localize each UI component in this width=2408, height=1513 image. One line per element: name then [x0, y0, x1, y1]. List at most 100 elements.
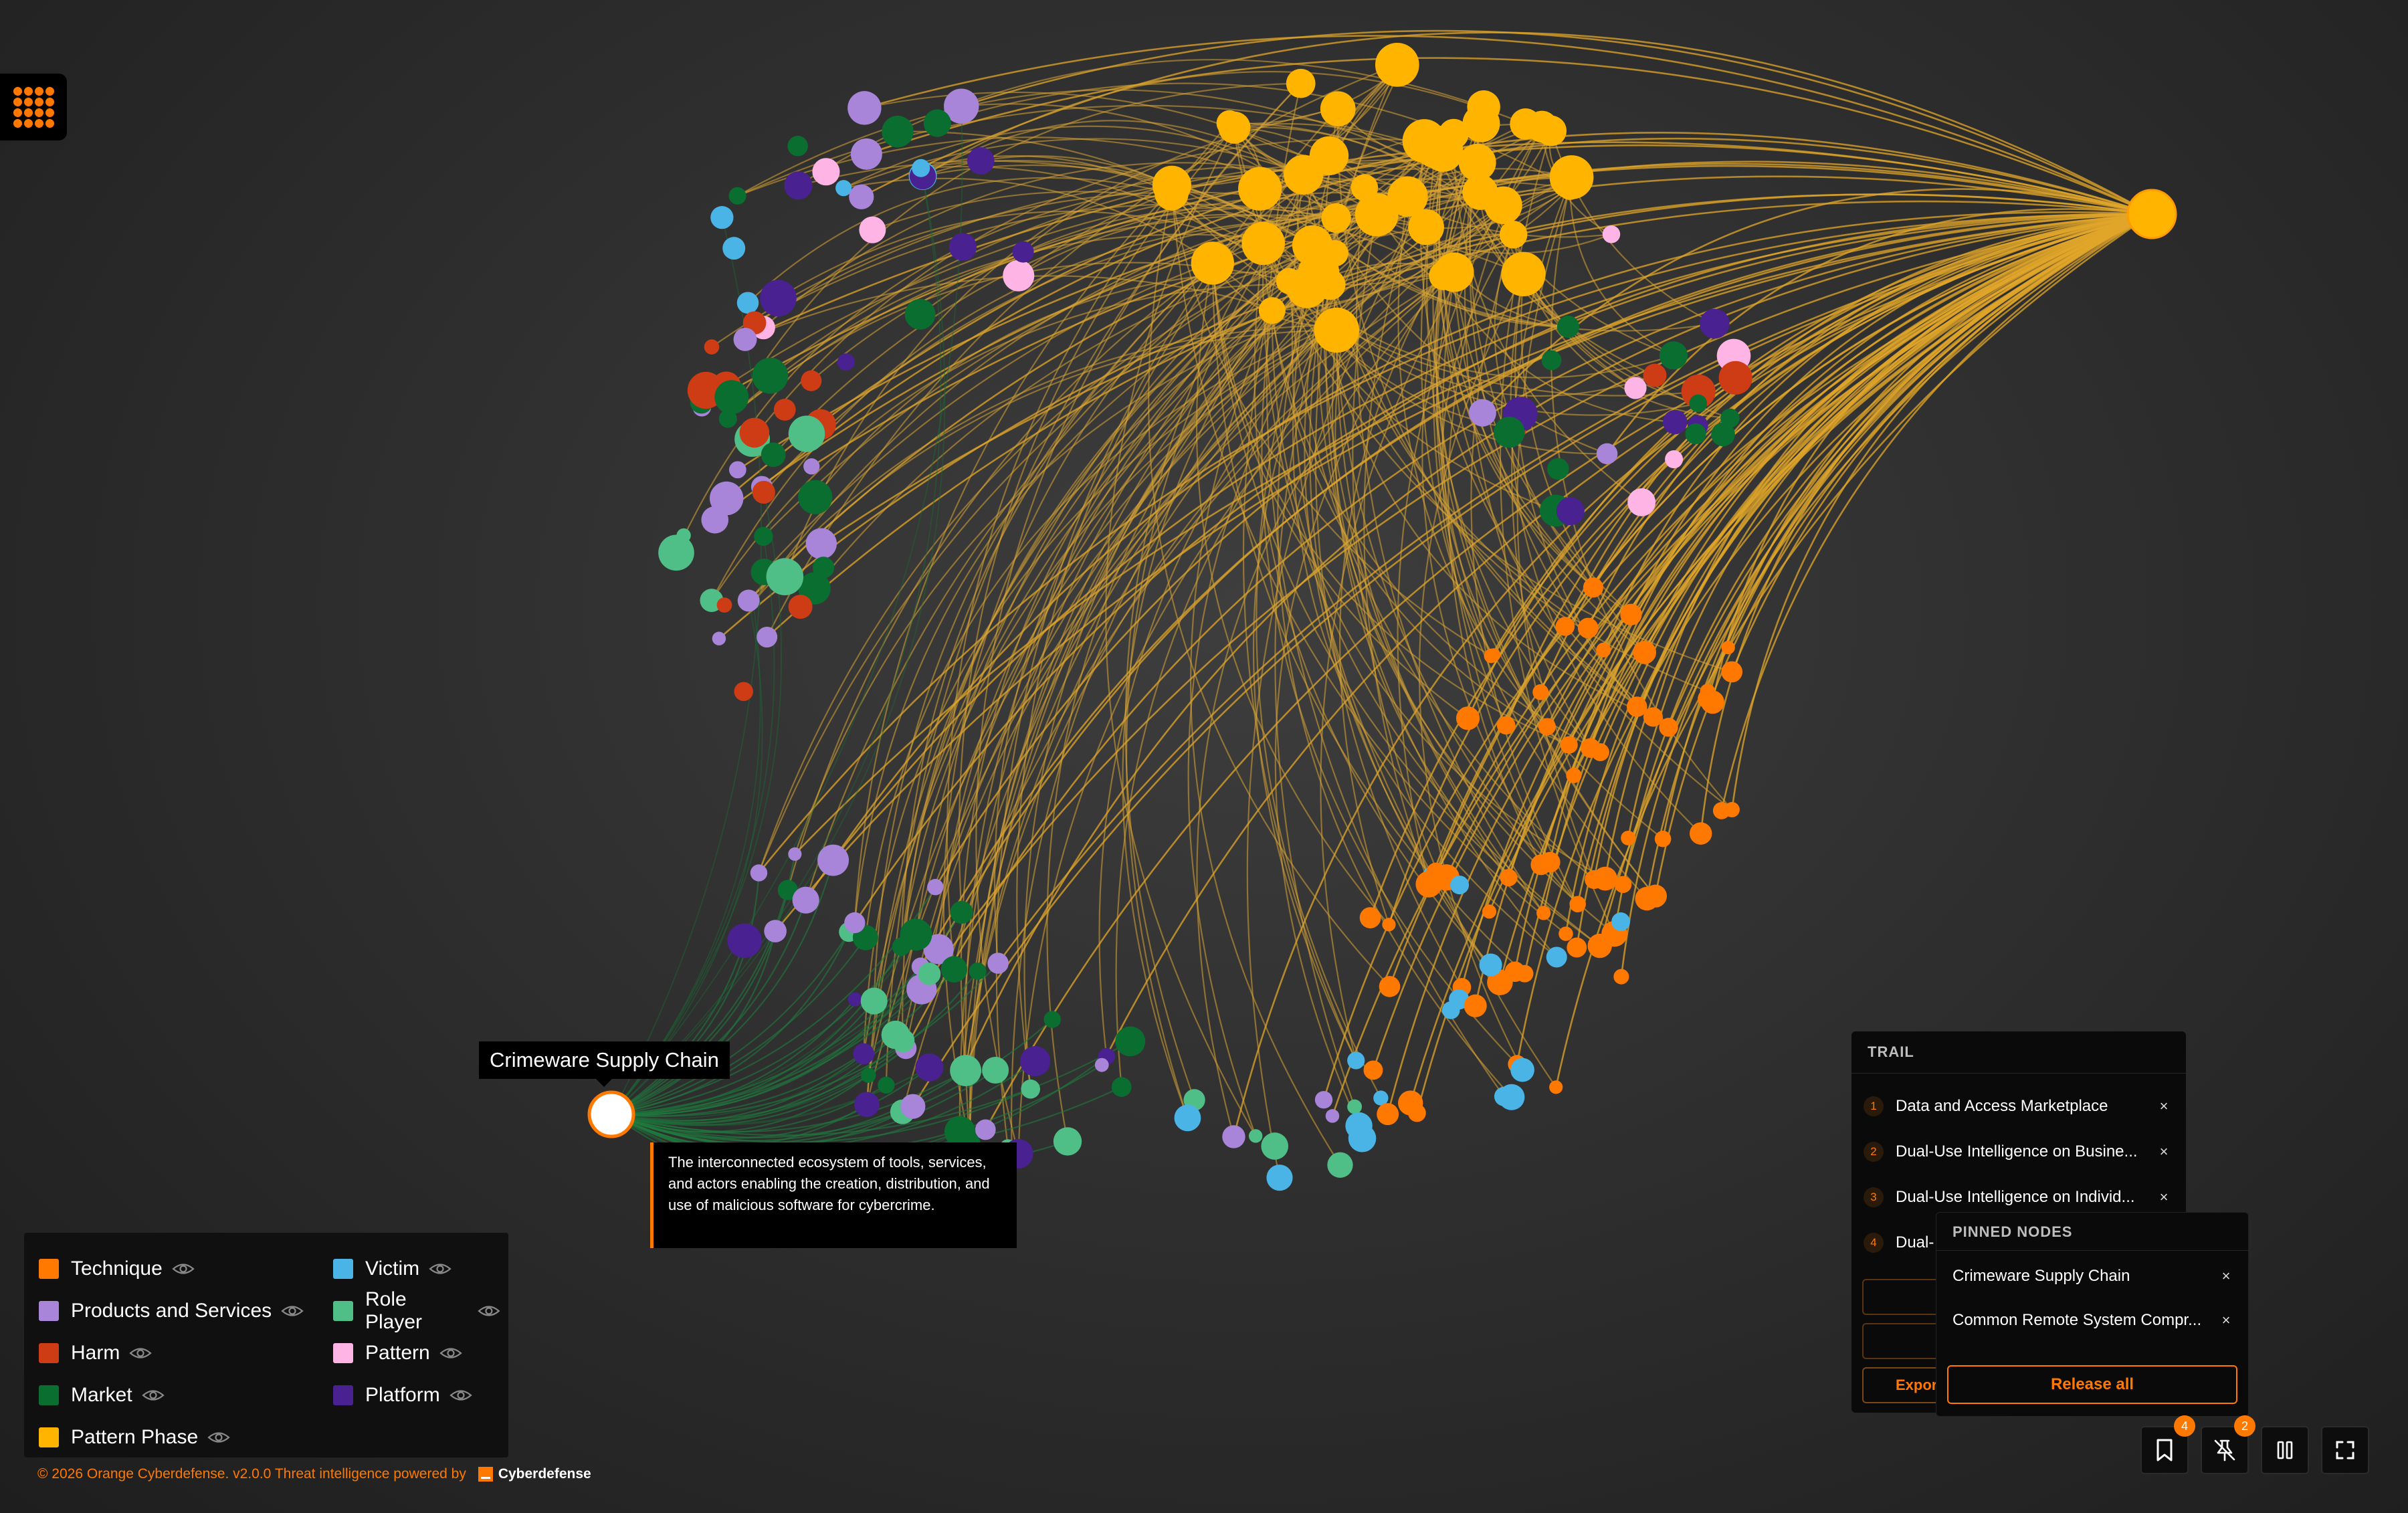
graph-node[interactable] [1591, 743, 1609, 761]
graph-node[interactable] [1569, 896, 1586, 913]
pause-simulation-button[interactable] [2261, 1426, 2309, 1474]
graph-node[interactable] [1613, 969, 1629, 985]
graph-node[interactable] [1541, 350, 1562, 371]
graph-node[interactable] [900, 1094, 926, 1119]
graph-node[interactable] [787, 136, 808, 157]
graph-node[interactable] [844, 912, 866, 934]
graph-node[interactable] [792, 886, 819, 914]
graph-node[interactable] [1487, 648, 1501, 662]
graph-node[interactable] [1386, 51, 1418, 83]
eye-icon[interactable] [281, 1304, 304, 1318]
graph-node[interactable] [1557, 175, 1583, 200]
graph-node[interactable] [1663, 409, 1688, 435]
graph-node[interactable] [927, 878, 944, 896]
legend-item[interactable]: Role Player [333, 1288, 500, 1333]
graph-node[interactable] [736, 292, 759, 314]
graph-node[interactable] [1721, 661, 1743, 683]
graph-node[interactable] [1359, 907, 1381, 928]
graph-node[interactable] [737, 589, 760, 612]
graph-node[interactable] [975, 1119, 996, 1140]
graph-node[interactable] [788, 415, 825, 452]
graph-node[interactable] [918, 963, 941, 985]
graph-node[interactable] [847, 992, 862, 1007]
graph-node[interactable] [1363, 1060, 1383, 1080]
eye-icon[interactable] [439, 1346, 462, 1360]
graph-node[interactable] [1555, 617, 1575, 636]
graph-node[interactable] [950, 900, 973, 924]
graph-node[interactable] [1003, 260, 1035, 292]
focused-node[interactable] [587, 1090, 635, 1138]
graph-node[interactable] [714, 380, 749, 415]
graph-node[interactable] [1347, 1099, 1363, 1114]
graph-node[interactable] [1377, 1103, 1399, 1126]
release-all-button[interactable]: Release all [1947, 1365, 2237, 1404]
graph-node[interactable] [1350, 174, 1379, 201]
graph-node[interactable] [1504, 961, 1526, 983]
graph-node[interactable] [1382, 918, 1396, 932]
graph-node[interactable] [788, 595, 813, 619]
graph-node[interactable] [773, 399, 796, 421]
graph-node[interactable] [1536, 906, 1551, 920]
graph-node[interactable] [728, 461, 746, 479]
graph-node[interactable] [1379, 976, 1401, 997]
graph-node[interactable] [1538, 718, 1556, 736]
legend-item[interactable]: Harm [39, 1332, 333, 1374]
graph-node[interactable] [734, 682, 753, 702]
graph-node[interactable] [716, 597, 732, 613]
graph-node[interactable] [728, 187, 746, 205]
graph-node[interactable] [1266, 1165, 1293, 1191]
graph-node[interactable] [1261, 1132, 1289, 1160]
graph-node[interactable] [801, 370, 822, 391]
graph-node[interactable] [915, 1053, 944, 1082]
graph-node[interactable] [1434, 252, 1474, 292]
graph-node[interactable] [1498, 1084, 1525, 1110]
graph-node[interactable] [1596, 642, 1611, 658]
eye-icon[interactable] [129, 1346, 153, 1360]
graph-node[interactable] [861, 1068, 876, 1083]
graph-node[interactable] [1643, 363, 1667, 387]
graph-node[interactable] [1314, 1091, 1333, 1109]
graph-node[interactable] [1720, 408, 1740, 428]
graph-node[interactable] [1408, 209, 1444, 245]
graph-node[interactable] [882, 116, 914, 148]
graph-node[interactable] [950, 1055, 982, 1086]
graph-node[interactable] [835, 180, 852, 197]
graph-node[interactable] [1627, 488, 1656, 516]
graph-node[interactable] [1500, 868, 1518, 887]
graph-node[interactable] [1053, 1127, 1082, 1156]
graph-node[interactable] [1479, 953, 1502, 977]
graph-node[interactable] [1700, 308, 1730, 339]
graph-node[interactable] [1468, 399, 1496, 427]
graph-node[interactable] [1532, 684, 1549, 700]
graph-node[interactable] [1331, 312, 1357, 338]
graph-node[interactable] [712, 631, 726, 645]
hub-node[interactable] [2126, 189, 2177, 239]
remove-trail-item-button[interactable]: × [2154, 1143, 2174, 1161]
trail-item[interactable]: 2 Dual-Use Intelligence on Busine... × [1864, 1129, 2174, 1175]
unpin-node-button[interactable]: × [2216, 1312, 2236, 1329]
graph-node[interactable] [750, 864, 768, 882]
graph-node[interactable] [1567, 937, 1587, 958]
graph-node[interactable] [1286, 68, 1316, 98]
graph-node[interactable] [727, 923, 762, 959]
graph-node[interactable] [1501, 251, 1546, 296]
graph-node[interactable] [1547, 458, 1569, 480]
graph-node[interactable] [784, 171, 813, 200]
eye-icon[interactable] [478, 1304, 500, 1318]
graph-node[interactable] [1222, 1125, 1245, 1148]
graph-node[interactable] [812, 557, 835, 579]
graph-node[interactable] [757, 626, 778, 648]
graph-node[interactable] [658, 534, 694, 571]
graph-node[interactable] [1441, 1001, 1460, 1019]
pinned-node-item[interactable]: Crimeware Supply Chain × [1952, 1255, 2236, 1297]
graph-node[interactable] [1458, 143, 1496, 181]
graph-node[interactable] [904, 298, 936, 330]
graph-node[interactable] [850, 138, 882, 170]
graph-node[interactable] [798, 480, 833, 514]
graph-node[interactable] [1633, 641, 1657, 664]
graph-node[interactable] [761, 442, 786, 468]
graph-node[interactable] [722, 237, 746, 260]
graph-node[interactable] [1020, 1045, 1051, 1077]
remove-trail-item-button[interactable]: × [2154, 1098, 2174, 1115]
graph-node[interactable] [987, 952, 1009, 974]
